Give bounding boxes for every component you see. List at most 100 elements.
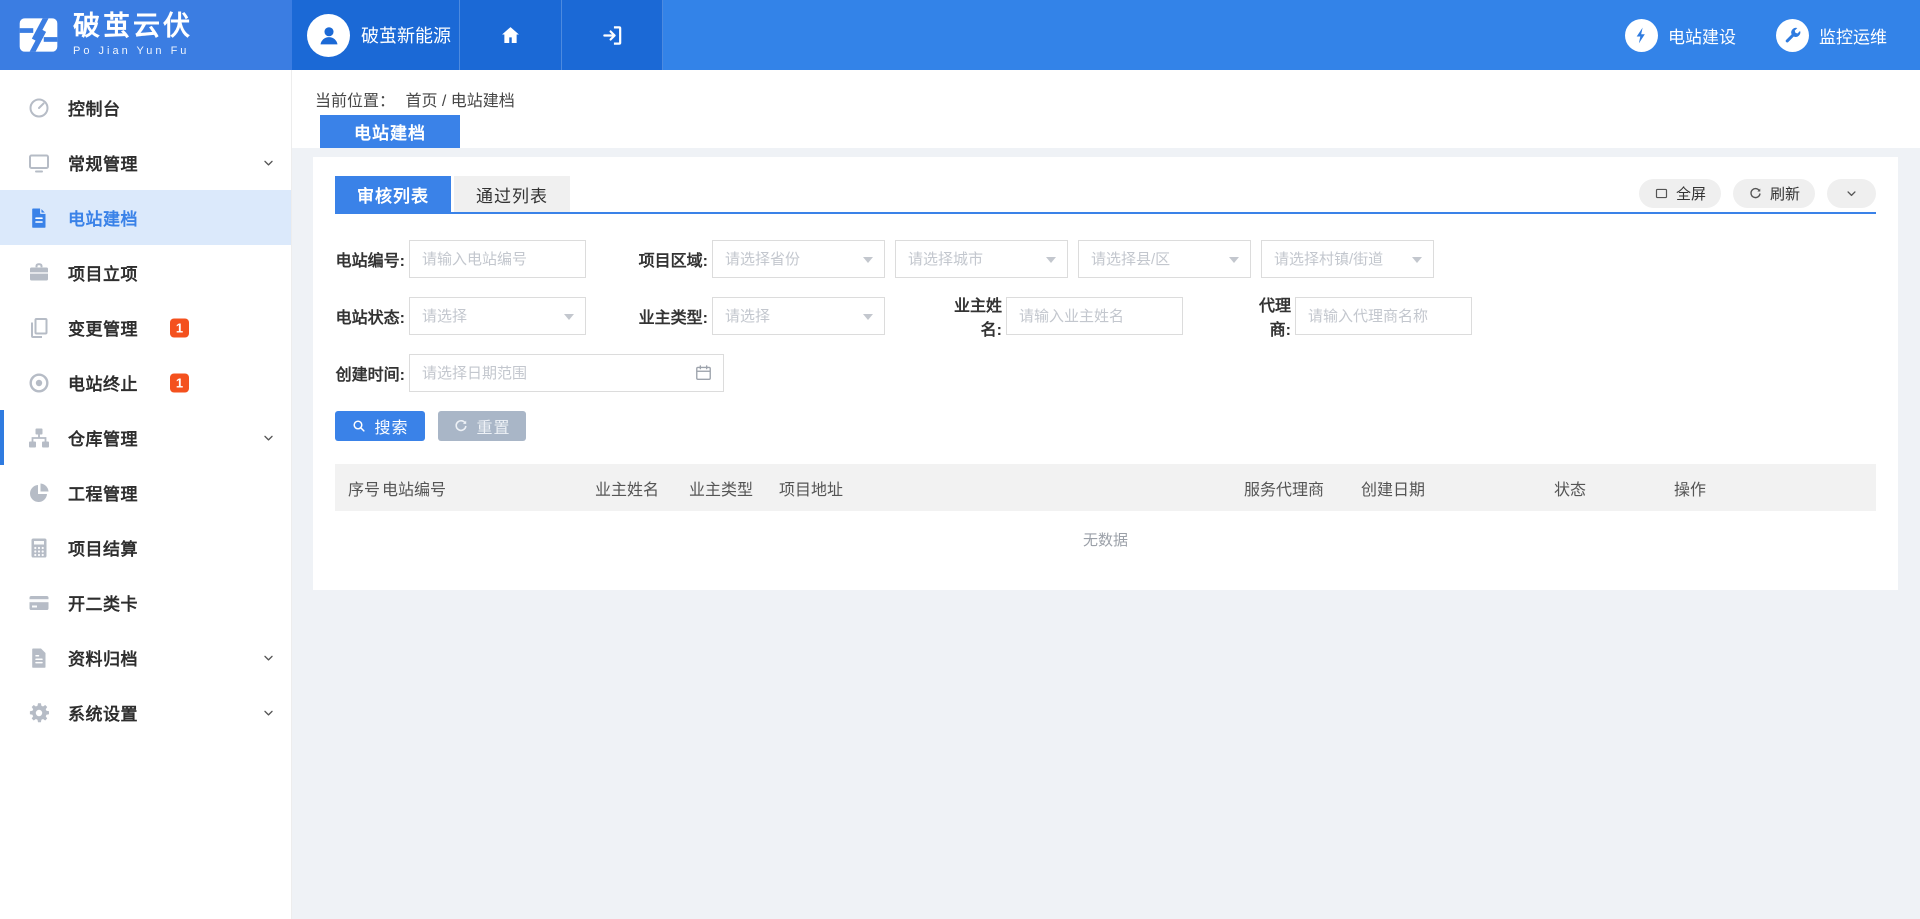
status-label: 电站状态:	[335, 304, 405, 328]
avatar	[307, 14, 350, 57]
column-header: 业主类型	[689, 476, 779, 500]
chevron-down-icon	[262, 156, 275, 169]
search-button[interactable]: 搜索	[335, 411, 425, 441]
page-tab-station-archive[interactable]: 电站建档	[320, 115, 460, 148]
city-select[interactable]	[895, 240, 1068, 278]
sidebar-item-general-mgmt[interactable]: 常规管理	[0, 135, 291, 190]
gear-icon	[27, 701, 51, 725]
column-header: 操作	[1674, 476, 1876, 500]
filter-row-2: 电站状态: 业主类型: 业主姓名:	[335, 297, 1876, 335]
reset-button[interactable]: 重置	[438, 411, 526, 441]
filter-row-3: 创建时间:	[335, 354, 1876, 392]
sidebar-item-system-settings[interactable]: 系统设置	[0, 685, 291, 740]
owner-name-input[interactable]	[1006, 297, 1183, 335]
reset-icon	[453, 418, 469, 434]
file-icon	[27, 206, 51, 230]
chevron-down-icon	[1844, 186, 1859, 201]
chevron-down-icon	[262, 651, 275, 664]
breadcrumb-prefix: 当前位置：	[315, 93, 395, 110]
refresh-button[interactable]: 刷新	[1733, 179, 1815, 208]
table-header-row: 序号电站编号业主姓名业主类型项目地址服务代理商创建日期状态操作	[335, 464, 1876, 511]
sidebar-item-label: 工程管理	[68, 480, 138, 505]
sidebar-item-data-archive[interactable]: 资料归档	[0, 630, 291, 685]
refresh-icon	[1748, 186, 1763, 201]
sidebar: 控制台常规管理电站建档项目立项变更管理1电站终止1 仓库管理工程管理项目结算开二类…	[0, 70, 292, 919]
date-range-input[interactable]	[409, 354, 724, 392]
column-header: 服务代理商	[1244, 476, 1361, 500]
sidebar-item-label: 资料归档	[68, 645, 138, 670]
sidebar-item-warehouse-mgmt[interactable]: 仓库管理	[0, 410, 291, 465]
tab-review-list[interactable]: 审核列表	[335, 176, 451, 212]
column-header: 状态	[1554, 476, 1674, 500]
user-section[interactable]: 破茧新能源	[292, 0, 460, 70]
province-select[interactable]	[712, 240, 885, 278]
wrench-icon	[1776, 19, 1809, 52]
agent-input[interactable]	[1295, 297, 1472, 335]
created-label: 创建时间:	[335, 361, 405, 385]
sidebar-item-station-termination[interactable]: 电站终止1	[0, 355, 291, 410]
sidebar-item-change-mgmt[interactable]: 变更管理1	[0, 300, 291, 355]
dashboard-icon	[27, 96, 51, 120]
breadcrumb: 当前位置： 首页 / 电站建档	[292, 70, 1920, 111]
table-empty-state: 无数据	[335, 511, 1876, 567]
logout-icon	[601, 24, 624, 47]
sidebar-item-project-settlement[interactable]: 项目结算	[0, 520, 291, 575]
panel-tools: 全屏 刷新	[1639, 179, 1876, 208]
nav-label: 监控运维	[1819, 23, 1887, 48]
owner-type-select-input[interactable]	[712, 297, 885, 335]
owner-type-label: 业主类型:	[638, 304, 708, 328]
archive-icon	[27, 646, 51, 670]
breadcrumb-bar: 当前位置： 首页 / 电站建档 电站建档	[292, 70, 1920, 148]
filter-row-1: 电站编号: 项目区域:	[335, 240, 1876, 278]
owner-name-label: 业主姓名:	[934, 292, 1002, 340]
status-select[interactable]	[409, 297, 586, 335]
briefcase-icon	[27, 261, 51, 285]
sidebar-item-engineering-mgmt[interactable]: 工程管理	[0, 465, 291, 520]
sidebar-item-label: 控制台	[68, 95, 121, 120]
town-select-input[interactable]	[1261, 240, 1434, 278]
agent-label: 代理商:	[1238, 292, 1291, 340]
column-header: 业主姓名	[595, 476, 689, 500]
brand-logo: 破茧云伏 Po Jian Yun Fu	[0, 0, 292, 70]
sidebar-item-project-initiation[interactable]: 项目立项	[0, 245, 291, 300]
nav-monitoring-ops[interactable]: 监控运维	[1776, 19, 1887, 52]
pie-icon	[27, 481, 51, 505]
sidebar-item-console[interactable]: 控制台	[0, 80, 291, 135]
lightning-icon	[1625, 19, 1658, 52]
header-nav: 电站建设 监控运维	[663, 0, 1920, 70]
nav-station-construction[interactable]: 电站建设	[1625, 19, 1736, 52]
town-select[interactable]	[1261, 240, 1434, 278]
panel-tabs-bar: 审核列表 通过列表 全屏 刷新	[335, 157, 1876, 214]
city-select-input[interactable]	[895, 240, 1068, 278]
brand-subtitle: Po Jian Yun Fu	[73, 45, 193, 57]
sidebar-item-station-archive[interactable]: 电站建档	[0, 190, 291, 245]
content-area: 审核列表 通过列表 全屏 刷新	[292, 148, 1920, 919]
breadcrumb-path[interactable]: 首页 / 电站建档	[405, 93, 514, 110]
region-label: 项目区域:	[638, 247, 708, 271]
logout-button[interactable]	[562, 0, 663, 70]
home-button[interactable]	[460, 0, 562, 70]
station-no-label: 电站编号:	[335, 247, 405, 271]
sidebar-item-label: 系统设置	[68, 700, 138, 725]
owner-type-select[interactable]	[712, 297, 885, 335]
column-header: 电站编号	[382, 476, 595, 500]
status-select-input[interactable]	[409, 297, 586, 335]
sidebar-item-label: 仓库管理	[68, 425, 138, 450]
tab-passed-list[interactable]: 通过列表	[454, 176, 570, 212]
sidebar-item-label: 常规管理	[68, 150, 138, 175]
notification-badge: 1	[170, 373, 189, 392]
brand-logo-icon	[15, 14, 62, 56]
brand-title: 破茧云伏	[73, 13, 193, 40]
fullscreen-button[interactable]: 全屏	[1639, 179, 1721, 208]
target-icon	[27, 371, 51, 395]
collapse-button[interactable]	[1827, 179, 1876, 208]
calendar-icon	[694, 364, 713, 383]
column-header: 项目地址	[779, 476, 1244, 500]
date-range-picker[interactable]	[409, 354, 724, 392]
column-header: 序号	[348, 476, 382, 500]
sidebar-item-second-class-card[interactable]: 开二类卡	[0, 575, 291, 630]
county-select-input[interactable]	[1078, 240, 1251, 278]
county-select[interactable]	[1078, 240, 1251, 278]
station-no-input[interactable]	[409, 240, 586, 278]
province-select-input[interactable]	[712, 240, 885, 278]
